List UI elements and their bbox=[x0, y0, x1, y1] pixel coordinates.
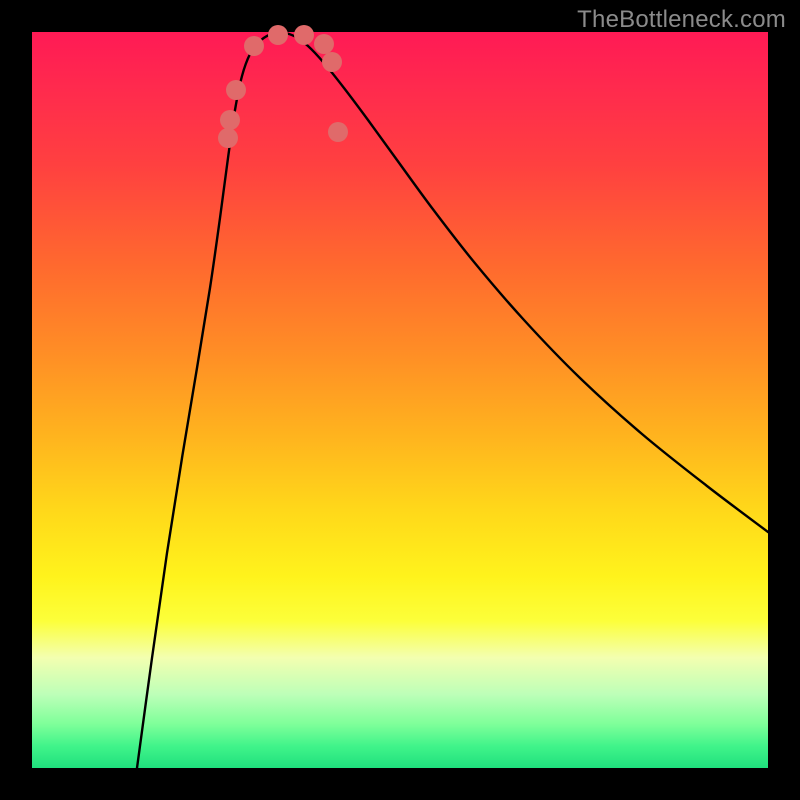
marker-group bbox=[218, 25, 348, 148]
chart-frame: TheBottleneck.com bbox=[0, 0, 800, 800]
marker-dot bbox=[244, 36, 264, 56]
marker-dot bbox=[322, 52, 342, 72]
curves-svg bbox=[32, 32, 768, 768]
watermark-label: TheBottleneck.com bbox=[577, 6, 786, 34]
curve-right bbox=[282, 32, 768, 532]
marker-dot bbox=[294, 25, 314, 45]
curve-left bbox=[137, 32, 282, 768]
marker-dot bbox=[328, 122, 348, 142]
marker-dot bbox=[314, 34, 334, 54]
marker-dot bbox=[218, 128, 238, 148]
marker-dot bbox=[268, 25, 288, 45]
marker-dot bbox=[226, 80, 246, 100]
marker-dot bbox=[220, 110, 240, 130]
